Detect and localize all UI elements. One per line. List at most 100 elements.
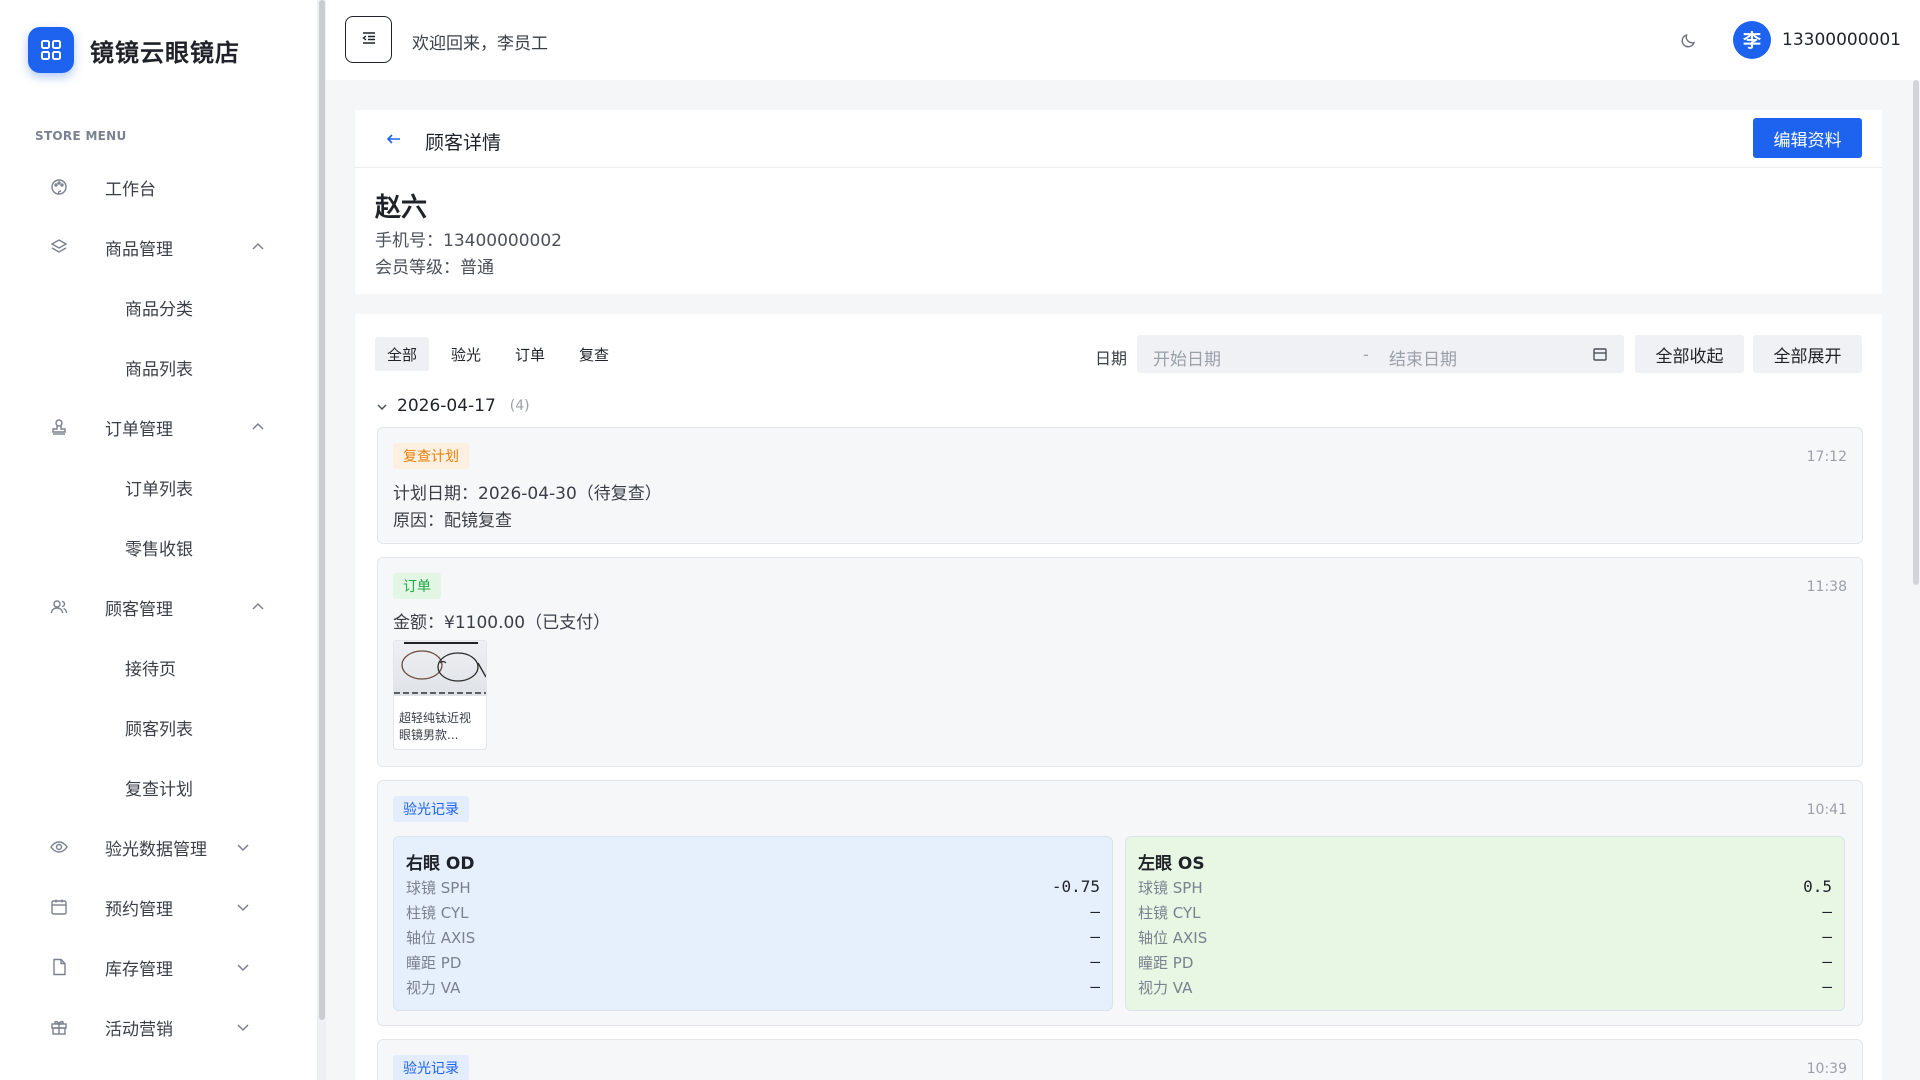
eye-row-axis: 轴位 AXIS — [406, 927, 1100, 947]
group-date: 2026-04-17 [397, 396, 496, 416]
eye-key: 视力 VA [1138, 979, 1193, 997]
collapse-all-button[interactable]: 全部收起 [1635, 335, 1744, 373]
user-phone[interactable]: 13300000001 [1782, 30, 1901, 50]
back-arrow-icon[interactable] [385, 130, 403, 148]
users-icon [50, 598, 68, 616]
product-thumbnail[interactable]: 超轻纯钛近视眼镜男款... [393, 640, 487, 750]
eye-key: 瞳距 PD [1138, 954, 1194, 972]
product-name: 超轻纯钛近视眼镜男款... [399, 711, 472, 742]
scrollbar-thumb[interactable] [319, 0, 325, 1020]
moon-icon[interactable] [1680, 31, 1698, 49]
brand[interactable]: 镜镜云眼镜店 [28, 27, 240, 73]
menu-label: 订单管理 [105, 419, 173, 440]
calendar-icon [50, 898, 68, 916]
eye-value: 0.5 [1803, 877, 1832, 896]
grid-logo-icon [28, 27, 74, 73]
chevron-down-icon [375, 399, 389, 413]
menu-item-product-list[interactable]: 商品列表 [0, 337, 318, 397]
record-optometry[interactable]: 验光记录 10:39 [377, 1039, 1863, 1080]
customer-card-header: 顾客详情 编辑资料 [355, 110, 1882, 168]
stamp-icon [50, 418, 68, 436]
menu-label: 零售收银 [125, 539, 193, 560]
menu-label: 商品管理 [105, 239, 173, 260]
eye-row-cyl: 柱镜 CYL — [1138, 902, 1832, 922]
timeline-panel: 全部 验光 订单 复查 日期 开始日期 - 结束日期 全部收起 全部展开 202… [355, 314, 1882, 1080]
record-line: 金额：¥1100.00（已支付） [393, 613, 611, 633]
start-date-input[interactable]: 开始日期 [1153, 345, 1221, 370]
record-line: 原因：配镜复查 [393, 511, 512, 531]
indent-icon [360, 29, 378, 51]
group-count: (4) [509, 398, 530, 414]
menu-label: 库存管理 [105, 959, 173, 980]
right-eye-od-panel: 右眼 OD 球镜 SPH -0.75 柱镜 CYL — 轴位 AXIS — 瞳距 PD… [393, 836, 1113, 1011]
eye-value: — [1090, 952, 1100, 971]
menu-item-products[interactable]: 商品管理 [0, 217, 318, 277]
edit-profile-button[interactable]: 编辑资料 [1753, 118, 1862, 158]
eye-row-axis: 轴位 AXIS — [1138, 927, 1832, 947]
filter-recheck[interactable]: 复查 [567, 337, 621, 371]
menu-item-optometry-data[interactable]: 验光数据管理 [0, 817, 318, 877]
eye-key: 球镜 SPH [406, 879, 471, 897]
eye-key: 轴位 AXIS [406, 929, 476, 947]
gift-icon [50, 1018, 68, 1036]
date-range-picker[interactable]: 开始日期 - 结束日期 [1137, 335, 1624, 373]
main-scrollbar[interactable] [1912, 80, 1920, 1080]
expand-all-button[interactable]: 全部展开 [1753, 335, 1862, 373]
filter-optometry[interactable]: 验光 [439, 337, 493, 371]
menu-item-recheck-plan[interactable]: 复查计划 [0, 757, 318, 817]
menu-label: 预约管理 [105, 899, 173, 920]
sidebar-toggle-button[interactable] [345, 16, 392, 63]
menu-item-customers[interactable]: 顾客管理 [0, 577, 318, 637]
customer-card: 顾客详情 编辑资料 赵六 手机号：13400000002 会员等级：普通 [355, 110, 1882, 294]
chevron-down-icon [235, 1019, 251, 1035]
eye-row-va: 视力 VA — [406, 977, 1100, 997]
sidebar: 镜镜云眼镜店 STORE MENU 工作台 商品管理 商品分类 商品列表 订单管… [0, 0, 318, 1080]
eye-title: 左眼 OS [1138, 854, 1205, 874]
menu-label: 顾客列表 [125, 719, 193, 740]
filter-order[interactable]: 订单 [503, 337, 557, 371]
eye-row-pd: 瞳距 PD — [406, 952, 1100, 972]
filter-all[interactable]: 全部 [375, 337, 430, 371]
record-recheck-plan[interactable]: 复查计划 17:12 计划日期：2026-04-30（待复查） 原因：配镜复查 [377, 427, 1863, 544]
eye-value: -0.75 [1051, 877, 1100, 896]
record-time: 11:38 [1806, 579, 1847, 595]
end-date-input[interactable]: 结束日期 [1389, 345, 1457, 370]
eye-key: 视力 VA [406, 979, 461, 997]
record-tag: 验光记录 [393, 796, 469, 822]
chevron-down-icon [235, 959, 251, 975]
eye-value: — [1090, 977, 1100, 996]
scrollbar-thumb[interactable] [1913, 80, 1919, 585]
chevron-down-icon [235, 839, 251, 855]
menu-item-dashboard[interactable]: 工作台 [0, 157, 318, 217]
menu-item-orders[interactable]: 订单管理 [0, 397, 318, 457]
menu-item-appointments[interactable]: 预约管理 [0, 877, 318, 937]
eye-value: — [1090, 902, 1100, 921]
menu-item-inventory[interactable]: 库存管理 [0, 937, 318, 997]
avatar[interactable]: 李 [1733, 21, 1771, 59]
record-optometry[interactable]: 验光记录 10:41 右眼 OD 球镜 SPH -0.75 柱镜 CYL — 轴位 … [377, 780, 1863, 1026]
filter-tabs: 全部 验光 订单 复查 [375, 337, 631, 371]
timeline-group-header[interactable]: 2026-04-17 (4) [375, 394, 530, 418]
customer-phone: 手机号：13400000002 [375, 231, 562, 251]
calendar-icon [1592, 346, 1608, 362]
eye-row-sph: 球镜 SPH 0.5 [1138, 877, 1832, 897]
customer-level: 会员等级：普通 [375, 258, 494, 278]
chevron-up-icon [250, 419, 266, 435]
record-time: 17:12 [1806, 449, 1847, 465]
menu-item-marketing[interactable]: 活动营销 [0, 997, 318, 1057]
menu-item-order-list[interactable]: 订单列表 [0, 457, 318, 517]
welcome-text: 欢迎回来，李员工 [412, 34, 548, 54]
menu-caption: STORE MENU [35, 129, 127, 143]
menu-item-retail-pos[interactable]: 零售收银 [0, 517, 318, 577]
menu-item-product-category[interactable]: 商品分类 [0, 277, 318, 337]
palette-icon [50, 178, 68, 196]
record-order[interactable]: 订单 11:38 金额：¥1100.00（已支付） 超轻纯钛近视眼镜男款... [377, 557, 1863, 767]
eye-key: 轴位 AXIS [1138, 929, 1208, 947]
record-line: 计划日期：2026-04-30（待复查） [393, 484, 662, 504]
sidebar-scrollbar[interactable] [318, 0, 326, 1080]
menu-item-customer-list[interactable]: 顾客列表 [0, 697, 318, 757]
menu-item-reception[interactable]: 接待页 [0, 637, 318, 697]
menu-label: 验光数据管理 [105, 839, 207, 860]
menu-label: 活动营销 [105, 1019, 173, 1040]
eye-row-va: 视力 VA — [1138, 977, 1832, 997]
